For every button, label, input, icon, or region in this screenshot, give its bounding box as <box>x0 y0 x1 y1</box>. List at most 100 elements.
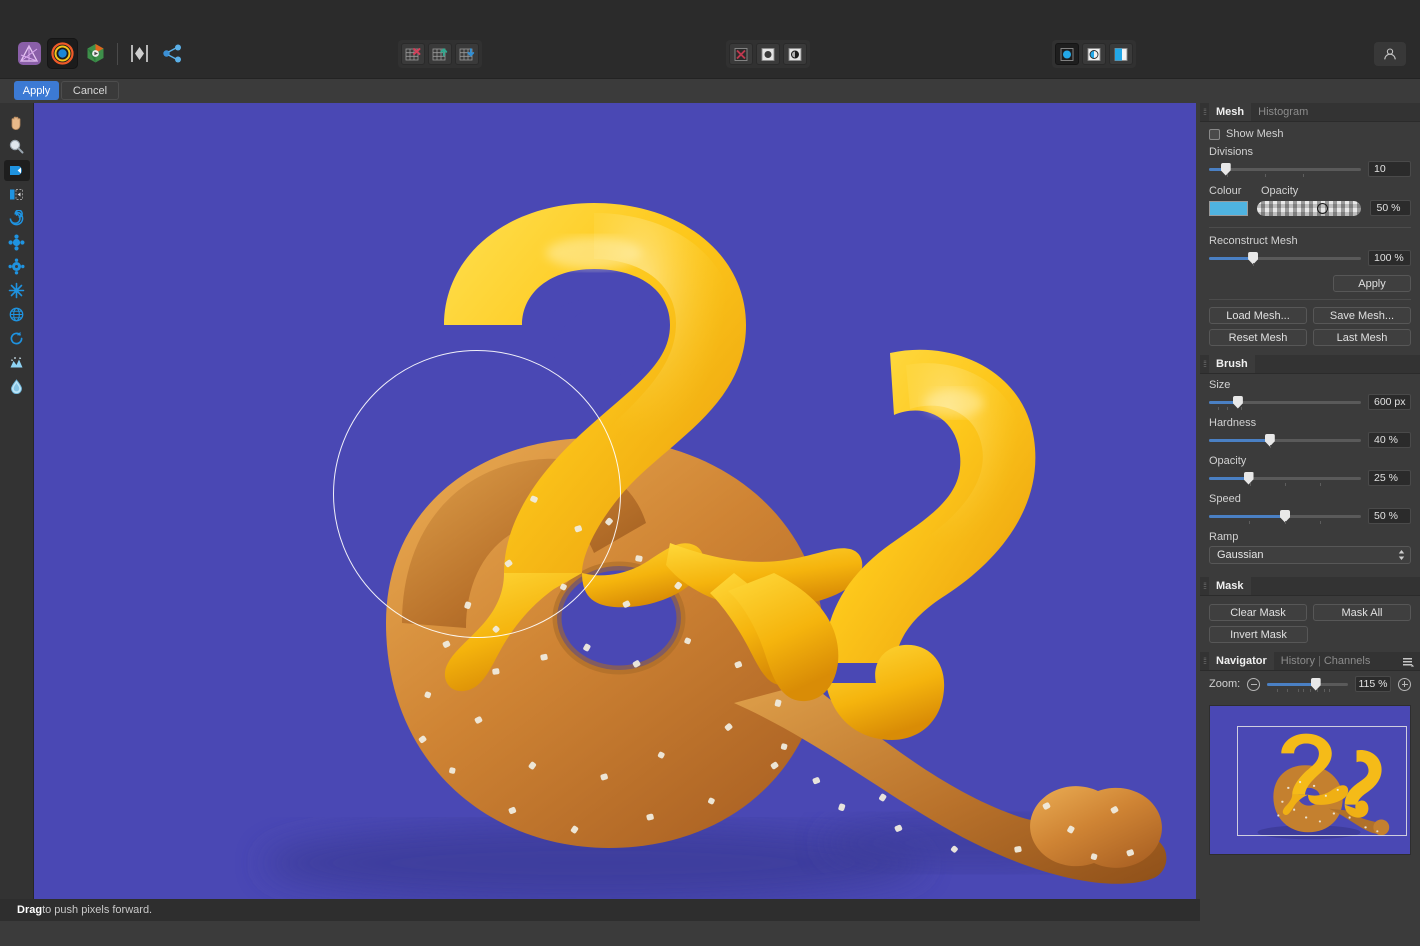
persona-export[interactable] <box>157 38 188 69</box>
navigator-panel-tabs: ⁞⁞ Navigator History | Channels <box>1200 652 1420 671</box>
pinch-tool[interactable] <box>4 232 30 253</box>
zoom-value-field[interactable]: 115 % <box>1355 676 1391 692</box>
brush-size-slider-row: 600 px <box>1209 394 1411 410</box>
tab-histogram[interactable]: Histogram <box>1251 103 1315 121</box>
mesh-opacity-label: Opacity <box>1261 185 1298 197</box>
artwork-ampersand-donut <box>34 103 1196 900</box>
reconstruct-slider-row: 100 % <box>1209 250 1411 266</box>
zoom-tool[interactable] <box>4 136 30 157</box>
brush-opacity-value-field[interactable]: 25 % <box>1368 470 1411 486</box>
push-left-tool[interactable] <box>4 184 30 205</box>
brush-panel-grip[interactable]: ⁞⁞ <box>1200 355 1209 373</box>
hand-icon <box>8 114 25 131</box>
load-mesh-button[interactable] <box>428 43 452 65</box>
hand-tool[interactable] <box>4 112 30 133</box>
zoom-label: Zoom: <box>1209 678 1240 690</box>
no-mask-button[interactable] <box>729 43 753 65</box>
reconstruct-ticks <box>1209 263 1361 267</box>
brush-opacity-fill <box>1209 477 1249 480</box>
mask-buttons-row-2: Invert Mask <box>1200 626 1420 643</box>
studio-panel: ⁞⁞ Mesh Histogram Show Mesh Divisions <box>1200 103 1420 946</box>
navigator-viewport-rect[interactable] <box>1237 726 1407 836</box>
persona-photo[interactable] <box>14 38 45 69</box>
brush-size-ticks <box>1209 407 1361 411</box>
zoom-out-button[interactable] <box>1247 678 1260 691</box>
mesh-opacity-slider[interactable] <box>1257 201 1361 216</box>
persona-develop[interactable] <box>80 38 111 69</box>
brush-size-value-field[interactable]: 600 px <box>1368 394 1411 410</box>
divisions-slider[interactable] <box>1209 163 1361 176</box>
tab-brush[interactable]: Brush <box>1209 355 1255 373</box>
mask-buttons-row-1: Clear Mask Mask All <box>1200 604 1420 621</box>
cancel-button[interactable]: Cancel <box>61 81 119 100</box>
brush-ramp-select[interactable]: Gaussian <box>1209 546 1411 564</box>
turbulence-tool[interactable] <box>4 280 30 301</box>
zoom-slider[interactable] <box>1267 678 1348 691</box>
liquify-action-row: Apply Cancel <box>14 81 119 100</box>
brush-opacity-ticks <box>1209 483 1361 487</box>
mesh-colour-swatch[interactable] <box>1209 201 1248 216</box>
show-mesh-checkbox[interactable] <box>1209 129 1220 140</box>
clear-mesh-button[interactable] <box>401 43 425 65</box>
top-toolbar: Apply Cancel <box>0 0 1420 79</box>
mask-all-button[interactable]: Mask All <box>1313 604 1411 621</box>
navigator-thumbnail[interactable] <box>1209 705 1411 855</box>
apply-button[interactable]: Apply <box>14 81 59 100</box>
show-mesh-row[interactable]: Show Mesh <box>1209 128 1411 140</box>
single-view-button[interactable] <box>1055 43 1079 65</box>
account-button[interactable] <box>1374 42 1406 66</box>
push-forward-tool[interactable] <box>4 160 30 181</box>
reconstruct-value-field[interactable]: 100 % <box>1368 250 1411 266</box>
tab-channels[interactable]: Channels <box>1321 652 1377 670</box>
push-left-icon <box>8 186 25 203</box>
status-prefix: Drag <box>17 904 42 916</box>
reconstruct-apply-button[interactable]: Apply <box>1333 275 1411 292</box>
reconstruct-tool[interactable] <box>4 328 30 349</box>
twirl-tool[interactable] <box>4 208 30 229</box>
persona-tone-mapping[interactable] <box>124 38 155 69</box>
mesh-opacity-value-field[interactable]: 50 % <box>1370 200 1411 216</box>
zoom-in-button[interactable] <box>1398 678 1411 691</box>
brush-size-slider[interactable] <box>1209 396 1361 409</box>
mesh-panel-grip[interactable]: ⁞⁞ <box>1200 103 1209 121</box>
tab-mesh[interactable]: Mesh <box>1209 103 1251 121</box>
clear-mask-button[interactable]: Clear Mask <box>1209 604 1307 621</box>
divisions-section: Divisions 10 <box>1200 144 1420 181</box>
status-text: to push pixels forward. <box>42 904 152 916</box>
mesh-clone-tool[interactable] <box>4 304 30 325</box>
navigator-panel-grip[interactable]: ⁞⁞ <box>1200 652 1209 670</box>
mask-contrast-button[interactable] <box>783 43 807 65</box>
split-view-button[interactable] <box>1082 43 1106 65</box>
brush-speed-slider[interactable] <box>1209 510 1361 523</box>
punch-tool[interactable] <box>4 256 30 277</box>
brush-hardness-slider[interactable] <box>1209 434 1361 447</box>
show-mesh-section: Show Mesh <box>1200 122 1420 144</box>
hamburger-menu-icon <box>1403 657 1414 667</box>
last-mesh-button[interactable]: Last Mesh <box>1313 329 1411 346</box>
tab-navigator[interactable]: Navigator <box>1209 652 1274 670</box>
mirror-view-button[interactable] <box>1109 43 1133 65</box>
reset-mesh-button[interactable]: Reset Mesh <box>1209 329 1307 346</box>
mesh-opacity-knob[interactable] <box>1317 203 1328 214</box>
brush-speed-section: Speed 50 % <box>1200 490 1420 528</box>
thaw-tool[interactable] <box>4 376 30 397</box>
brush-opacity-slider[interactable] <box>1209 472 1361 485</box>
freeze-tool[interactable] <box>4 352 30 373</box>
tab-history[interactable]: History <box>1274 652 1318 670</box>
save-mesh-panel-button[interactable]: Save Mesh... <box>1313 307 1411 324</box>
mask-panel-grip[interactable]: ⁞⁞ <box>1200 577 1209 595</box>
image-canvas[interactable] <box>34 103 1196 900</box>
divisions-value-field[interactable]: 10 <box>1368 161 1411 177</box>
navigator-menu-button[interactable] <box>1403 657 1414 670</box>
mask-grey-button[interactable] <box>756 43 780 65</box>
tab-mask[interactable]: Mask <box>1209 577 1251 595</box>
invert-mask-button[interactable]: Invert Mask <box>1209 626 1308 643</box>
persona-liquify[interactable] <box>47 38 78 69</box>
reconstruct-slider[interactable] <box>1209 252 1361 265</box>
brush-hardness-value-field[interactable]: 40 % <box>1368 432 1411 448</box>
brush-speed-value-field[interactable]: 50 % <box>1368 508 1411 524</box>
mesh-panel-tabs: ⁞⁞ Mesh Histogram <box>1200 103 1420 122</box>
save-mesh-button[interactable] <box>455 43 479 65</box>
brush-hardness-fill <box>1209 439 1270 442</box>
load-mesh-panel-button[interactable]: Load Mesh... <box>1209 307 1307 324</box>
